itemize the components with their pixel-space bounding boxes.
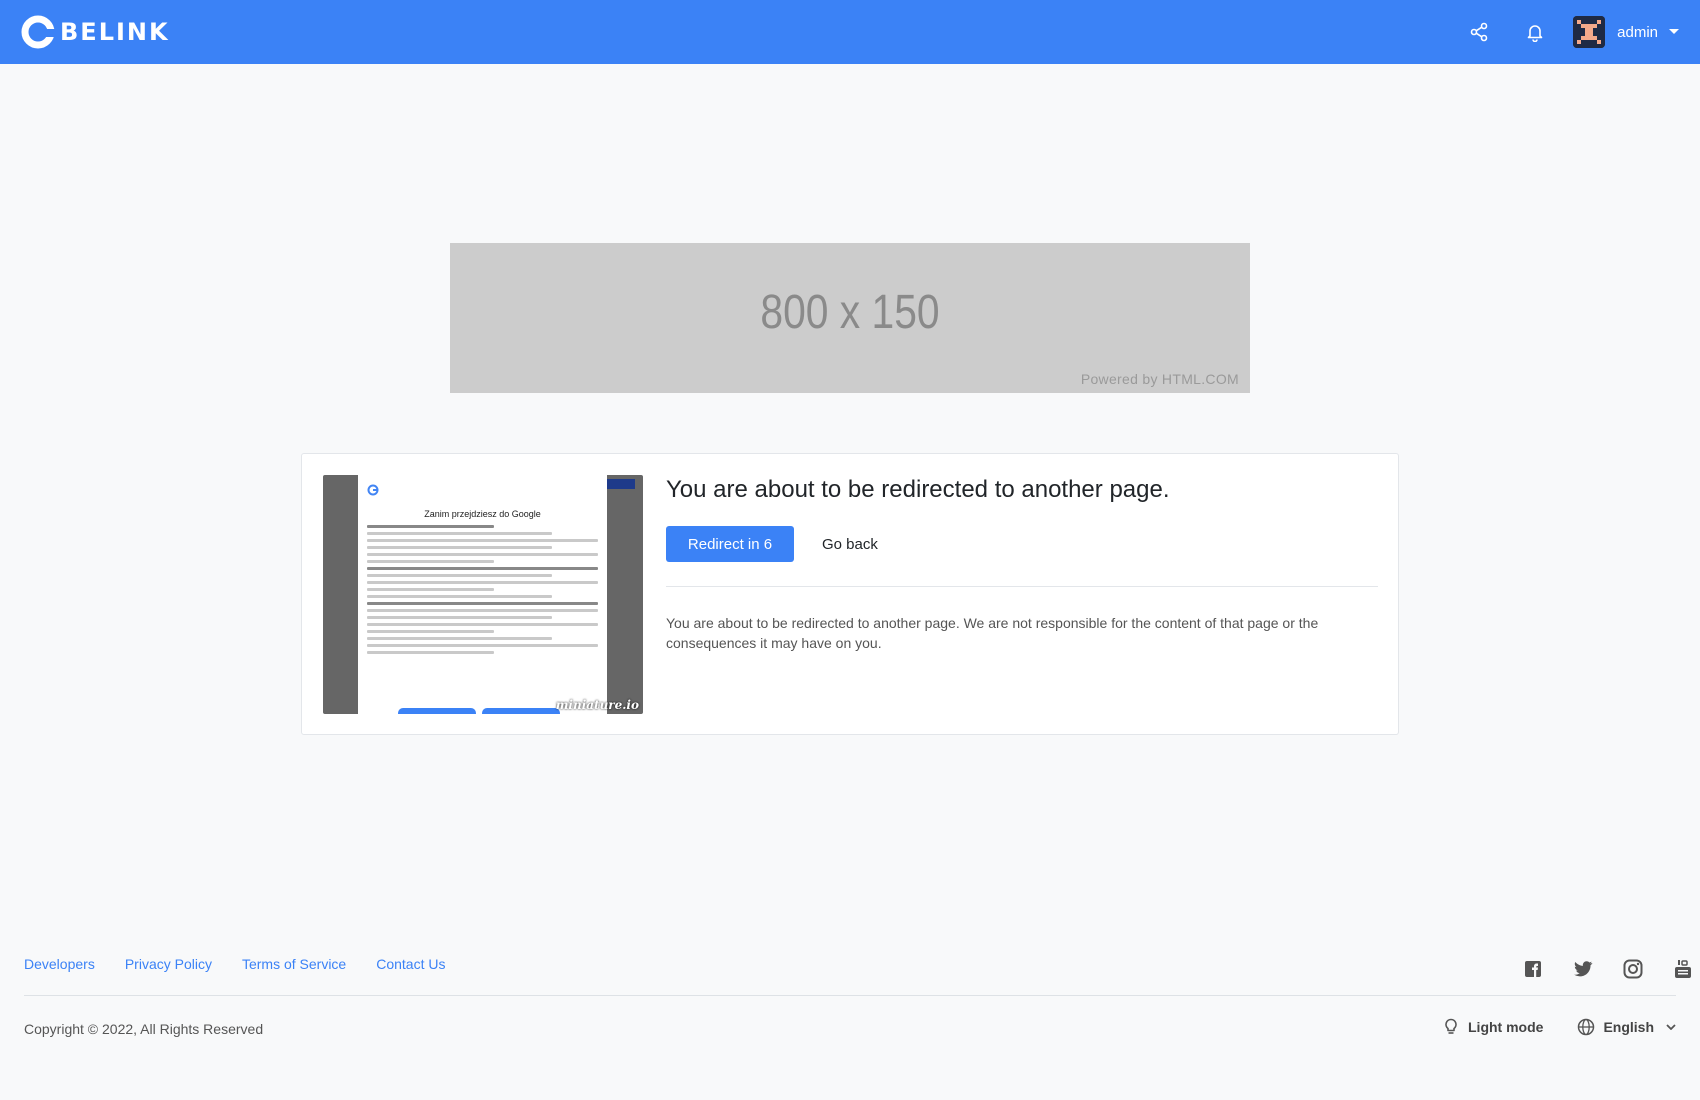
thumbnail-watermark: miniature.io: [555, 698, 639, 712]
footer-links: Developers Privacy Policy Terms of Servi…: [24, 956, 445, 972]
twitter-icon[interactable]: [1572, 958, 1594, 980]
footer-link-contact-us[interactable]: Contact Us: [376, 956, 445, 972]
user-menu[interactable]: admin: [1573, 16, 1680, 48]
footer-link-privacy-policy[interactable]: Privacy Policy: [125, 956, 212, 972]
globe-icon: [1578, 1018, 1595, 1036]
theme-toggle[interactable]: Light mode: [1444, 1018, 1543, 1036]
page-thumbnail: Zanim przejdziesz do Google miniature.io: [323, 475, 643, 714]
chevron-down-icon: [1666, 1024, 1676, 1030]
redirect-card: Zanim przejdziesz do Google miniature.io: [301, 453, 1399, 735]
go-back-button[interactable]: Go back: [822, 536, 878, 553]
ad-size-text: 800 x 150: [760, 286, 940, 339]
social-links: [1522, 958, 1694, 980]
language-selector[interactable]: English: [1577, 1018, 1676, 1036]
notifications-button[interactable]: [1507, 12, 1563, 52]
share-button[interactable]: [1451, 12, 1507, 52]
facebook-icon[interactable]: [1522, 958, 1544, 980]
share-icon: [1470, 22, 1488, 42]
lightbulb-icon: [1445, 1018, 1457, 1034]
footer-link-developers[interactable]: Developers: [24, 956, 95, 972]
google-g-icon: [367, 484, 379, 496]
thumbnail-buttons: [398, 708, 560, 714]
ad-banner[interactable]: 800 x 150 Powered by HTML.COM: [450, 243, 1250, 393]
copyright-text: Copyright © 2022, All Rights Reserved: [24, 1021, 264, 1037]
avatar: [1573, 16, 1606, 48]
caret-down-icon: [1669, 29, 1679, 34]
thumbnail-title: Zanim przejdziesz do Google: [424, 509, 541, 519]
instagram-icon[interactable]: [1622, 958, 1644, 980]
redirect-title: You are about to be redirected to anothe…: [666, 476, 1170, 503]
top-navbar: BELINK admin: [0, 0, 1700, 64]
brand-name: BELINK: [60, 18, 170, 46]
redirect-button[interactable]: Redirect in 6: [666, 526, 794, 562]
brand-logo[interactable]: BELINK: [20, 14, 170, 50]
ad-powered-text: Powered by HTML.COM: [1080, 371, 1239, 387]
footer-divider: [24, 995, 1676, 996]
footer-link-terms-of-service[interactable]: Terms of Service: [242, 956, 346, 972]
thumbnail-page: Zanim przejdziesz do Google: [358, 475, 607, 714]
card-divider: [666, 586, 1378, 587]
belink-logo-icon: [21, 15, 56, 49]
redirect-message: You are about to be redirected to anothe…: [666, 615, 1319, 651]
language-label: English: [1603, 1019, 1654, 1035]
bell-icon: [1527, 25, 1543, 42]
user-name: admin: [1617, 23, 1658, 41]
theme-label: Light mode: [1468, 1019, 1544, 1035]
youtube-icon[interactable]: [1672, 958, 1694, 980]
